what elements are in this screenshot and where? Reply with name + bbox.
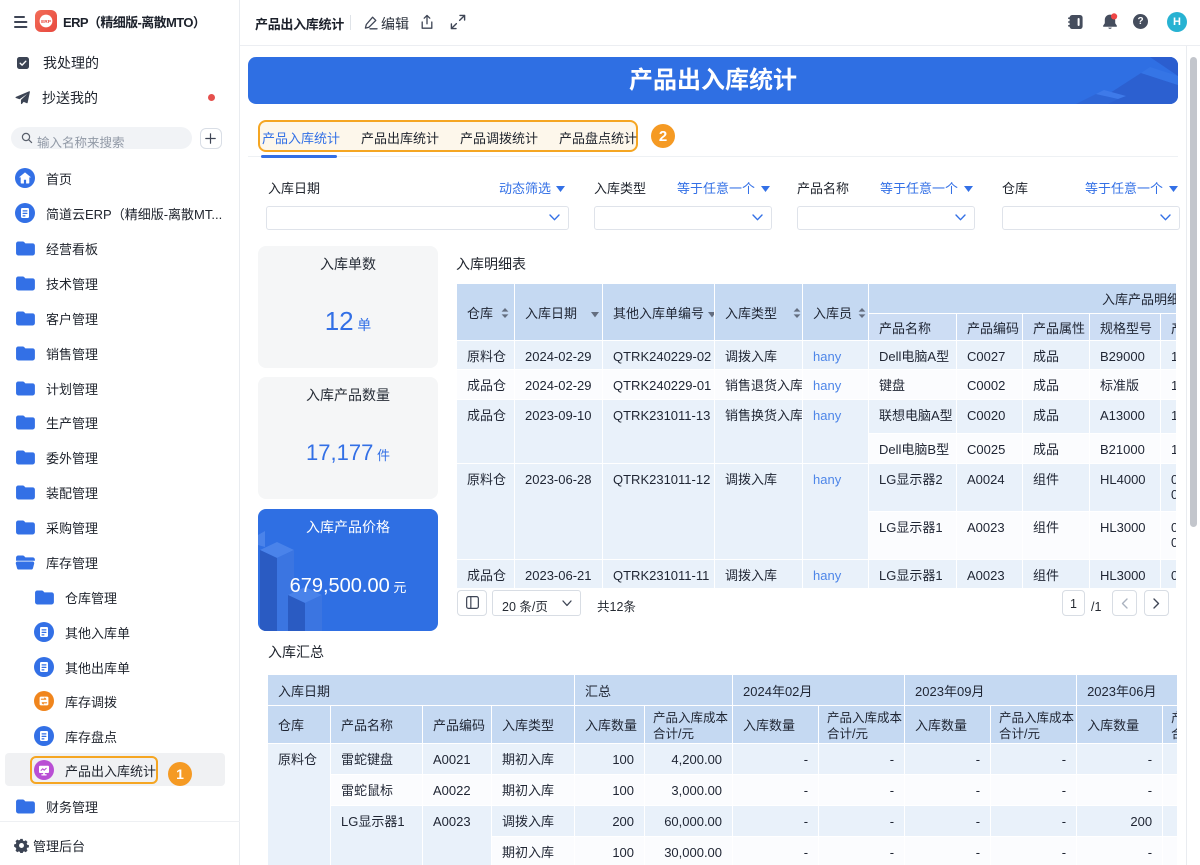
svg-text:ERP: ERP bbox=[41, 19, 52, 25]
